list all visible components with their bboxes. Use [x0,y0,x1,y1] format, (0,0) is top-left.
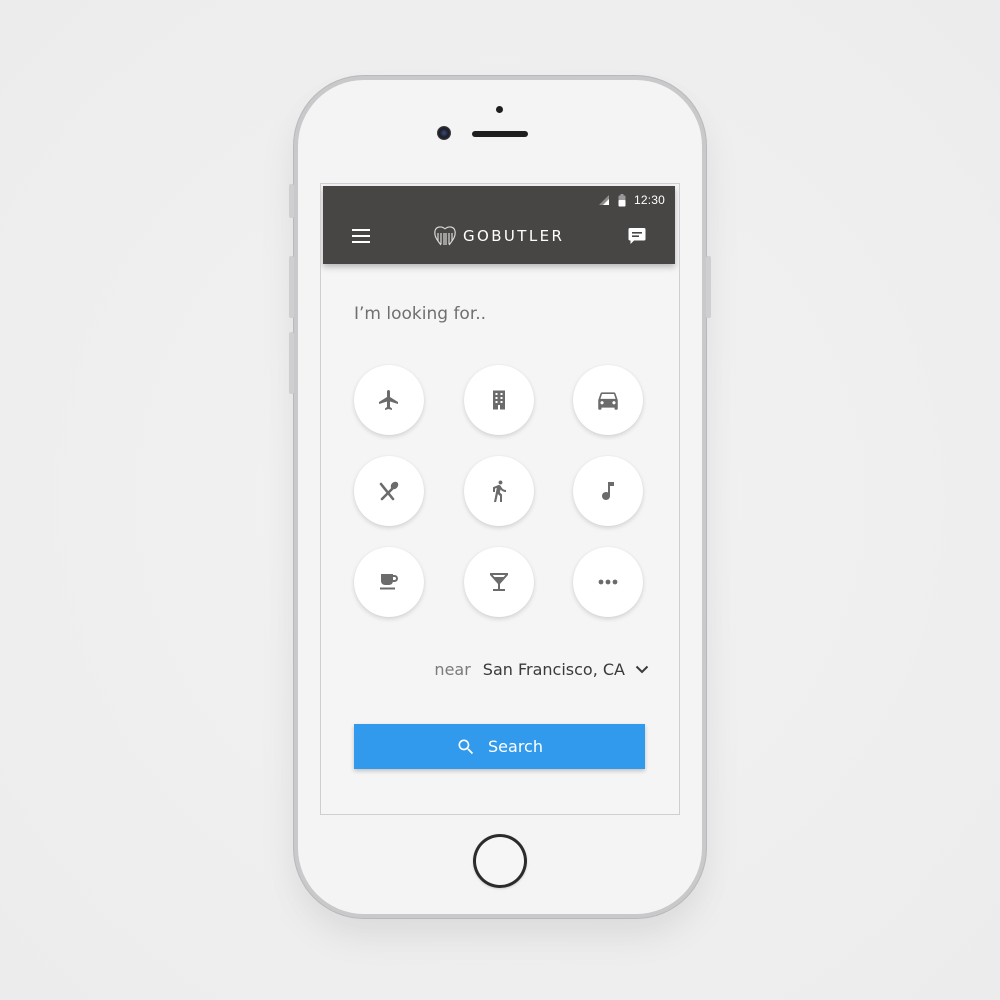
category-flights-button[interactable] [354,365,424,435]
category-bars-button[interactable] [464,547,534,617]
volume-up-button [289,256,294,318]
music-icon [602,482,614,500]
search-button[interactable]: Search [354,724,645,769]
menu-button[interactable] [347,222,375,250]
status-bar: 12:30 [598,192,665,208]
flight-icon [379,390,398,410]
gobutler-logo [434,226,456,246]
menu-icon [352,229,370,243]
proximity-sensor [496,106,503,113]
category-music-button[interactable] [573,456,643,526]
bar-icon [490,573,508,591]
category-cars-button[interactable] [573,365,643,435]
power-button [706,256,711,318]
chevron-down-icon [635,665,649,674]
brand: GOBUTLER [433,222,564,250]
volume-down-button [289,332,294,394]
phone-frame: 12:30 GOBUTLER I’m looking for.. near Sa… [289,80,711,914]
app-bar: 12:30 GOBUTLER [323,186,675,264]
home-button[interactable] [473,834,527,888]
search-icon [458,739,474,754]
more-icon [598,579,618,585]
near-label: near [434,660,471,679]
location-row: near San Francisco, CA [434,660,649,679]
category-more-button[interactable] [573,547,643,617]
category-activities-button[interactable] [464,456,534,526]
category-cafes-button[interactable] [354,547,424,617]
location-dropdown[interactable]: San Francisco, CA [483,660,649,679]
car-icon [598,392,618,410]
earpiece-speaker [472,131,528,137]
search-label: Search [488,737,543,756]
backdrop: 12:30 GOBUTLER I’m looking for.. near Sa… [0,0,1000,1000]
walking-icon [493,480,506,502]
location-value: San Francisco, CA [482,660,625,679]
chat-button[interactable] [623,222,651,250]
page-prompt: I’m looking for.. [354,304,487,324]
restaurant-icon [379,481,399,501]
category-hotels-button[interactable] [464,365,534,435]
battery-icon [618,193,626,207]
hotel-icon [493,390,505,410]
front-camera [437,126,451,140]
status-time: 12:30 [633,193,665,207]
signal-icon [598,194,610,206]
coffee-icon [380,574,398,590]
mute-switch [289,184,294,218]
app-screen: 12:30 GOBUTLER I’m looking for.. near Sa… [321,184,679,814]
category-restaurants-button[interactable] [354,456,424,526]
brand-name: GOBUTLER [463,227,565,245]
chat-icon [628,228,646,244]
